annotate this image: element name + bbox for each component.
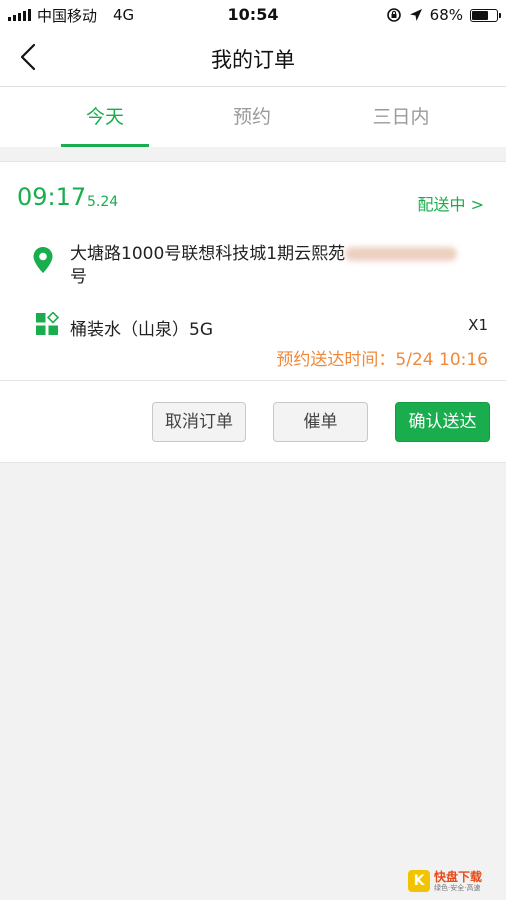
product-quantity: X1 [468,316,488,334]
tab-bar: 今天 预约 三日内 [0,87,506,147]
confirm-delivery-button[interactable]: 确认送达 [395,402,490,442]
cancel-order-button[interactable]: 取消订单 [152,402,246,442]
battery-icon [470,8,501,22]
location-arrow-icon [409,9,422,21]
status-right: 68% [386,5,501,25]
watermark-subtitle: 绿色·安全·高速 [434,884,481,892]
address-line1: 大塘路1000号联想科技城1期云熙苑 [70,244,346,264]
tab-today[interactable]: 今天 [21,87,189,147]
order-status-link[interactable]: 配送中 > [418,191,485,215]
address-redaction [345,247,458,261]
orientation-lock-icon [386,8,401,22]
active-tab-indicator [61,144,149,147]
location-pin-icon [33,247,53,273]
tab-reserved[interactable]: 预约 [168,87,336,147]
watermark-badge: K [408,870,430,892]
status-bar: 中国移动 4G 10:54 68% [0,0,506,30]
product-category-icon [36,312,59,335]
order-time: 09:17 [17,183,87,211]
order-date: 5.24 [87,194,119,210]
watermark-logo: K 快盘下载 绿色·安全·高速 [408,868,500,894]
order-card: 09:17 5.24 配送中 > 大塘路1000号联想科技城1期云熙苑 号 桶装… [0,161,506,463]
nav-bar: 我的订单 [0,30,506,87]
urge-order-button[interactable]: 催单 [273,402,368,442]
reserved-delivery-time: 预约送达时间：5/24 10:16 [276,350,488,370]
delivery-address: 大塘路1000号联想科技城1期云熙苑 号 [70,243,488,289]
page-title: 我的订单 [211,48,295,72]
divider [0,380,506,381]
product-name: 桶装水（山泉）5G [70,320,213,340]
battery-percent: 68% [429,6,463,24]
tab-three-days[interactable]: 三日内 [317,87,485,147]
address-line2: 号 [70,267,87,287]
